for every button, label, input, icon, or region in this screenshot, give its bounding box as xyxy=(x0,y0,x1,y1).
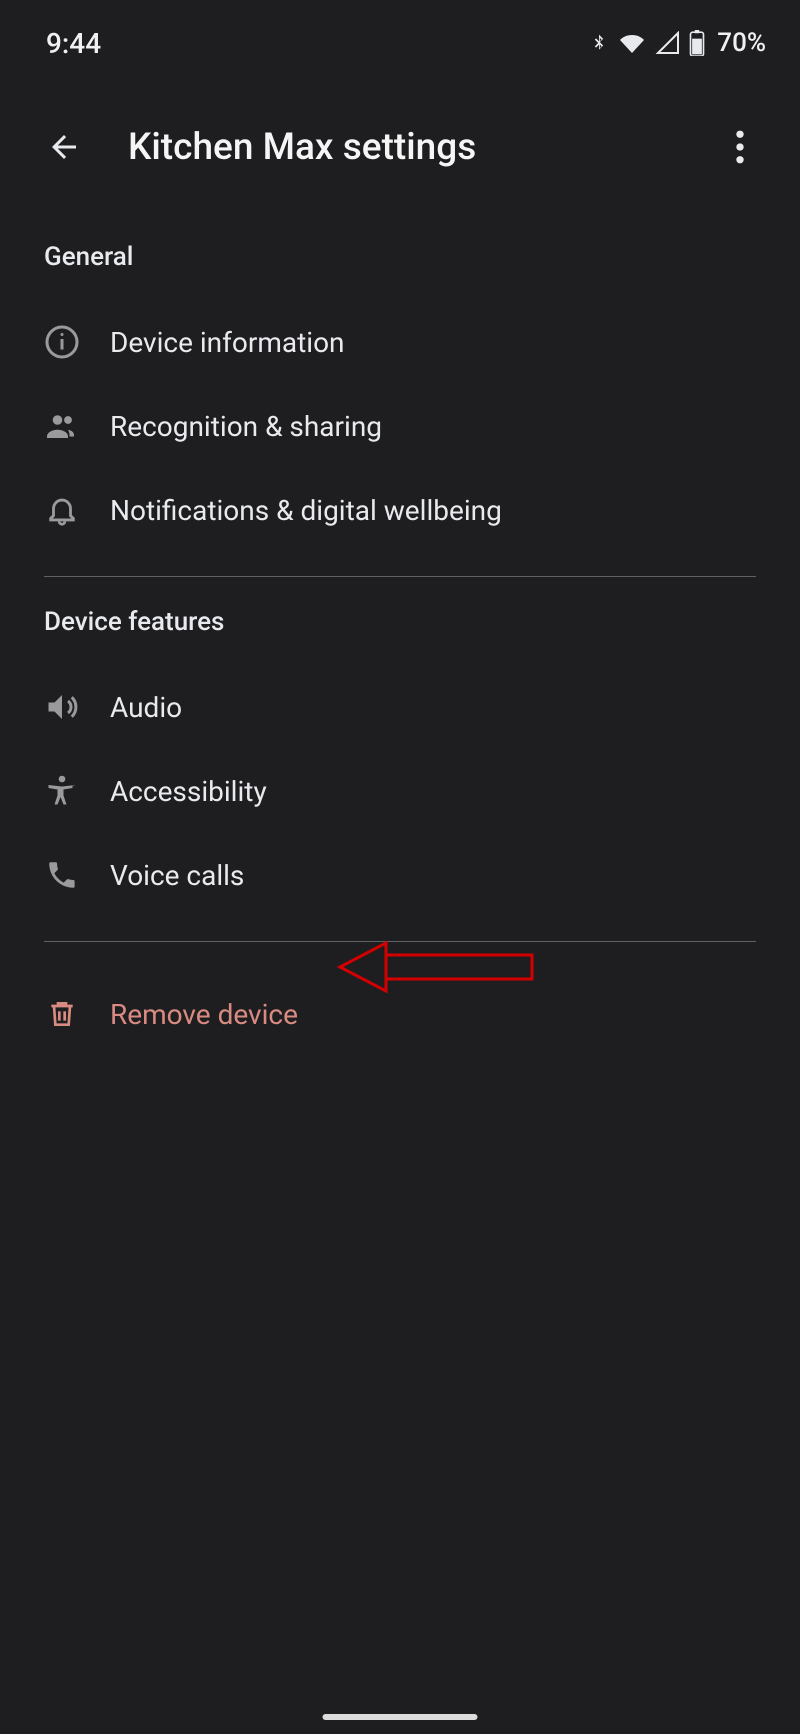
list-item-audio[interactable]: Audio xyxy=(44,665,756,749)
home-indicator[interactable] xyxy=(323,1714,478,1720)
list-item-recognition-sharing[interactable]: Recognition & sharing xyxy=(44,384,756,468)
speaker-icon xyxy=(44,689,80,725)
section-header-general: General xyxy=(44,242,756,272)
phone-icon xyxy=(44,857,80,893)
bell-icon xyxy=(44,492,80,528)
trash-icon xyxy=(44,996,80,1032)
cellular-icon xyxy=(655,31,681,55)
battery-icon xyxy=(689,30,705,56)
bluetooth-icon xyxy=(589,29,609,57)
wifi-icon xyxy=(617,31,647,55)
list-item-device-information[interactable]: Device information xyxy=(44,300,756,384)
divider xyxy=(44,941,756,942)
arrow-back-icon xyxy=(46,129,82,165)
list-item-label: Voice calls xyxy=(110,859,244,892)
status-time: 9:44 xyxy=(46,27,101,60)
accessibility-icon xyxy=(44,773,80,809)
info-icon xyxy=(44,324,80,360)
list-item-remove-device[interactable]: Remove device xyxy=(44,972,756,1056)
page-title: Kitchen Max settings xyxy=(128,126,716,169)
list-item-label: Accessibility xyxy=(110,775,267,808)
more-options-button[interactable] xyxy=(716,123,764,171)
list-item-voice-calls[interactable]: Voice calls xyxy=(44,833,756,917)
section-header-device-features: Device features xyxy=(44,607,756,637)
people-icon xyxy=(44,408,80,444)
list-item-label: Remove device xyxy=(110,998,298,1031)
battery-percentage: 70% xyxy=(717,28,766,58)
list-item-label: Recognition & sharing xyxy=(110,410,382,443)
status-icons: 70% xyxy=(589,28,766,58)
divider xyxy=(44,576,756,577)
settings-list: General Device information Recognition &… xyxy=(0,206,800,1056)
app-bar: Kitchen Max settings xyxy=(0,68,800,206)
back-button[interactable] xyxy=(40,123,88,171)
list-item-accessibility[interactable]: Accessibility xyxy=(44,749,756,833)
list-item-label: Audio xyxy=(110,691,182,724)
list-item-label: Device information xyxy=(110,326,345,359)
more-vert-icon xyxy=(735,130,745,164)
list-item-label: Notifications & digital wellbeing xyxy=(110,494,502,527)
status-bar: 9:44 70% xyxy=(0,0,800,68)
list-item-notifications-wellbeing[interactable]: Notifications & digital wellbeing xyxy=(44,468,756,552)
